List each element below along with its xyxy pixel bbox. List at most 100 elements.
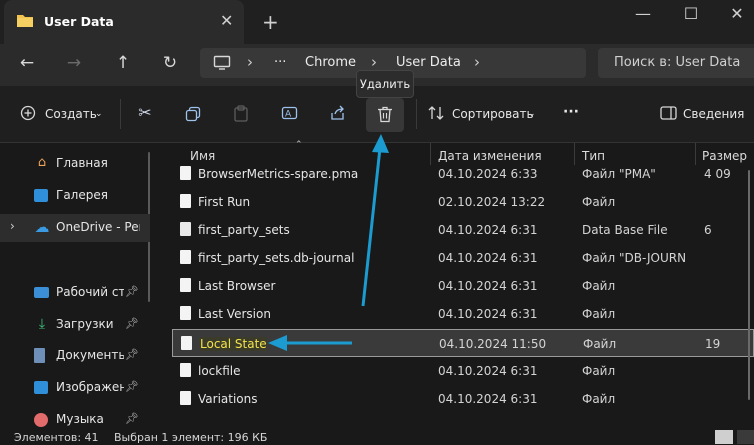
nav-item-onedrive[interactable]: › ☁ OneDrive - Perso	[0, 214, 150, 242]
nav-item-gallery[interactable]: Галерея	[0, 182, 150, 210]
nav-item-label: Загрузки	[56, 317, 114, 331]
divider	[416, 99, 417, 129]
nav-item-label: Музыка	[56, 412, 104, 426]
breadcrumb-user-data[interactable]: User Data	[396, 55, 461, 70]
copy-icon[interactable]	[185, 106, 201, 122]
file-date: 04.10.2024 6:31	[438, 364, 538, 378]
nav-item-pictures[interactable]: Изображени 📌︎	[0, 374, 150, 402]
file-date: 04.10.2024 11:50	[439, 337, 547, 351]
chevron-right-icon: ›	[371, 53, 377, 71]
paste-icon[interactable]	[233, 105, 249, 122]
file-type: Файл	[582, 364, 616, 378]
file-name: Last Version	[198, 307, 271, 321]
highlighted-name: Local State	[200, 337, 267, 351]
file-date: 04.10.2024 6:31	[438, 392, 538, 406]
file-icon	[180, 391, 191, 405]
file-row[interactable]: first_party_sets.db-journal 04.10.2024 6…	[172, 244, 754, 272]
up-button[interactable]: ↑	[111, 53, 135, 73]
details-pane-icon	[660, 106, 677, 120]
pin-icon: 📌︎	[125, 317, 139, 330]
add-icon	[20, 105, 36, 121]
file-size: 6	[704, 223, 712, 237]
rename-icon[interactable]: A	[281, 105, 298, 121]
file-date: 04.10.2024 6:31	[438, 251, 538, 265]
file-row[interactable]: Variations 04.10.2024 6:31 Файл	[172, 385, 754, 413]
selection-info: Выбран 1 элемент: 196 КБ	[114, 431, 268, 444]
forward-button[interactable]: →	[62, 53, 86, 73]
sort-button[interactable]: Сортировать	[452, 107, 534, 121]
refresh-button[interactable]: ↻	[158, 53, 182, 73]
file-type: Data Base File	[582, 223, 668, 237]
nav-item-label: Главная	[56, 156, 108, 170]
tab-user-data[interactable]	[4, 0, 244, 44]
breadcrumb-chrome[interactable]: Chrome	[305, 55, 356, 70]
file-icon	[180, 250, 191, 264]
file-icon	[180, 166, 191, 180]
database-file-icon	[180, 222, 191, 236]
cut-icon[interactable]: ✂	[134, 103, 156, 122]
details-view-button[interactable]	[715, 430, 733, 444]
close-window-button[interactable]: ✕	[722, 4, 752, 23]
tiles-view-button[interactable]	[737, 430, 754, 444]
maximize-button[interactable]: ☐	[676, 4, 706, 23]
file-row[interactable]: Last Browser 04.10.2024 6:31 Файл	[172, 272, 754, 300]
computer-icon	[213, 55, 231, 70]
file-row[interactable]: First Run 02.10.2024 13:22 Файл	[172, 188, 754, 216]
sort-caret-icon: ⌃	[295, 140, 303, 150]
file-date: 04.10.2024 6:33	[438, 167, 538, 181]
new-tab-button[interactable]: +	[262, 10, 279, 34]
file-type: Файл	[582, 195, 616, 209]
create-button[interactable]: Создать	[45, 107, 97, 121]
file-name: Last Browser	[198, 279, 276, 293]
file-icon	[180, 306, 191, 320]
file-icon	[180, 194, 191, 208]
file-type: Файл "PMA"	[582, 167, 656, 181]
chevron-right-icon[interactable]: ›	[10, 219, 15, 233]
trash-icon	[378, 106, 392, 123]
pin-icon: 📌︎	[125, 412, 139, 425]
file-name: first_party_sets	[198, 223, 290, 237]
file-row[interactable]: BrowserMetrics-spare.pma 04.10.2024 6:33…	[172, 160, 754, 188]
share-icon[interactable]	[329, 105, 346, 121]
file-date: 02.10.2024 13:22	[438, 195, 546, 209]
file-name: first_party_sets.db-journal	[198, 251, 355, 265]
cloud-icon: ☁	[34, 218, 50, 236]
chevron-right-icon[interactable]: ›	[474, 53, 480, 71]
folder-icon	[17, 15, 33, 27]
file-icon	[181, 336, 192, 350]
file-type: Файл	[583, 337, 617, 351]
details-button[interactable]: Сведения	[683, 107, 744, 121]
back-button[interactable]: ←	[15, 53, 39, 73]
delete-tooltip: Удалить	[356, 70, 414, 98]
pin-icon: 📌︎	[125, 285, 139, 298]
file-type: Файл	[582, 279, 616, 293]
nav-item-label: Рабочий сто	[56, 285, 124, 299]
nav-item-documents[interactable]: Документы 📌︎	[0, 342, 150, 370]
download-icon: ⤓	[38, 316, 46, 332]
nav-item-music[interactable]: Музыка 📌︎	[0, 406, 150, 434]
nav-item-downloads[interactable]: ⤓ Загрузки 📌︎	[0, 311, 150, 339]
file-row-selected[interactable]: Local State 04.10.2024 11:50 Файл 19	[172, 329, 754, 357]
search-placeholder: Поиск в: User Data	[614, 55, 741, 70]
divider	[120, 99, 121, 129]
file-type: Файл	[582, 392, 616, 406]
file-row[interactable]: lockfile 04.10.2024 6:31 Файл	[172, 357, 754, 385]
file-date: 04.10.2024 6:31	[438, 279, 538, 293]
file-size: 4 09	[704, 167, 731, 181]
file-row[interactable]: Last Version 04.10.2024 6:31 Файл	[172, 300, 754, 328]
minimize-button[interactable]: —	[628, 4, 658, 23]
tab-close-icon[interactable]: ✕	[220, 11, 233, 30]
breadcrumb-more[interactable]: ···	[274, 55, 286, 70]
sort-icon	[428, 106, 444, 120]
file-row[interactable]: first_party_sets 04.10.2024 6:31 Data Ba…	[172, 216, 754, 244]
file-date: 04.10.2024 6:31	[438, 223, 538, 237]
nav-item-desktop[interactable]: Рабочий сто 📌︎	[0, 279, 150, 307]
file-name: lockfile	[198, 364, 241, 378]
music-icon	[34, 413, 48, 427]
file-icon	[180, 278, 191, 292]
home-icon: ⌂	[37, 155, 47, 170]
more-options-button[interactable]: ···	[563, 104, 579, 120]
nav-item-home[interactable]: ⌂ Главная	[0, 150, 150, 178]
item-count: Элементов: 41	[14, 431, 99, 444]
file-list-scrollbar[interactable]	[748, 170, 750, 400]
